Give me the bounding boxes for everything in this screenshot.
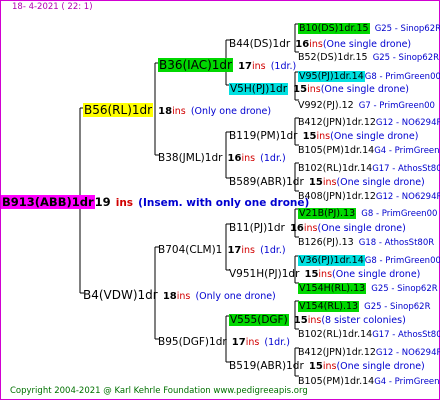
g2-note: (1dr.) xyxy=(260,153,286,164)
g1-queen-1[interactable]: B56(RL)1dr 18ins (Only one drone) xyxy=(83,101,271,117)
g4-queen-4[interactable]: V992(PJ).12 G7 - PrimGreen00 xyxy=(298,95,435,111)
g4-queen-1[interactable]: B10(DS)1dr.15 G25 - Sinop62R xyxy=(298,18,440,34)
g4-ref: G12 - NO6294R xyxy=(375,192,440,202)
g4-queen-14[interactable]: B102(RL)1dr.14G17 - AthosSt80R xyxy=(298,324,440,340)
g4-queen-12[interactable]: V154H(RL).13 G25 - Sinop62R xyxy=(298,278,438,294)
g4-name[interactable]: B412(JPN)1dr.12 xyxy=(298,117,376,128)
g4-name[interactable]: V95(PJ)1dr.14 xyxy=(298,71,365,82)
g2-gen: 17 xyxy=(227,245,242,256)
g4-ref: G4 - PrimGreen00 xyxy=(374,377,440,387)
g4-name[interactable]: B102(RL)1dr.14 xyxy=(298,163,372,174)
g1-name[interactable]: B56(RL)1dr xyxy=(83,103,154,117)
g1-queen-2[interactable]: B4(VDW)1dr 18ins (Only one drone) xyxy=(83,286,276,302)
root-queen[interactable]: B913(ABB)1dr19 ins (Insem. with only one… xyxy=(1,193,309,209)
g3-name[interactable]: V5H(PJ)1dr xyxy=(229,83,289,95)
g3-name[interactable]: B119(PM)1dr xyxy=(229,130,298,142)
g4-ref: G17 - AthosSt80R xyxy=(372,164,440,174)
g3-name[interactable]: V951H(PJ)1dr xyxy=(229,268,299,280)
g2-note: (1dr.) xyxy=(264,337,290,348)
g4-queen-3[interactable]: V95(PJ)1dr.14G8 - PrimGreen00 xyxy=(298,66,440,82)
g1-ins: ins xyxy=(176,291,191,302)
g4-name[interactable]: V154H(RL).13 xyxy=(298,283,367,294)
g4-name[interactable]: B105(PM)1dr.14 xyxy=(298,145,374,156)
g2-gen: 16 xyxy=(227,153,242,164)
g2-ins: ins xyxy=(245,337,260,348)
g4-ref: G7 - PrimGreen00 xyxy=(358,101,435,111)
root-gen: 19 xyxy=(94,195,111,209)
g3-note: (One single drone) xyxy=(320,84,410,95)
g1-ins: ins xyxy=(172,106,186,117)
g2-ins: ins xyxy=(251,61,266,72)
g3-name[interactable]: B589(ABR)1dr xyxy=(229,176,304,188)
g1-gen: 18 xyxy=(158,106,173,117)
g1-note: (Only one drone) xyxy=(190,106,272,117)
g4-name[interactable]: B408(JPN)1dr.12 xyxy=(298,191,376,202)
g4-queen-16[interactable]: B105(PM)1dr.14G4 - PrimGreen00 xyxy=(298,371,440,387)
header-date: 18- 4-2021 ( 22: 1) xyxy=(12,2,93,12)
g2-queen-1[interactable]: B36(IAC)1dr 17ins (1dr.) xyxy=(158,56,296,72)
g1-gen: 18 xyxy=(162,291,177,302)
g4-name[interactable]: B105(PM)1dr.14 xyxy=(298,376,374,387)
g4-queen-9[interactable]: V21B(PJ).13 G8 - PrimGreen00 xyxy=(298,203,437,219)
g4-queen-6[interactable]: B105(PM)1dr.14G4 - PrimGreen00 xyxy=(298,140,440,156)
g2-queen-2[interactable]: B38(JML)1dr 16ins (1dr.) xyxy=(158,148,286,164)
g4-ref: G8 - PrimGreen00 xyxy=(361,209,438,219)
g2-note: (1dr.) xyxy=(260,245,286,256)
g4-queen-7[interactable]: B102(RL)1dr.14G17 - AthosSt80R xyxy=(298,158,440,174)
g4-queen-2[interactable]: B52(DS)1dr.15 G25 - Sinop62R xyxy=(298,47,439,63)
g3-name[interactable]: B44(DS)1dr xyxy=(229,38,290,50)
g3-queen-8[interactable]: B519(ABR)1dr 15ins(One single drone) xyxy=(229,356,425,372)
g2-queen-3[interactable]: B704(CLM)1 17ins (1dr.) xyxy=(158,240,286,256)
g4-name[interactable]: B52(DS)1dr.15 xyxy=(298,52,368,63)
g4-name[interactable]: B412(JPN)1dr.12 xyxy=(298,347,376,358)
g4-ref: G25 - Sinop62R xyxy=(374,24,440,34)
g3-name[interactable]: B11(PJ)1dr xyxy=(229,222,285,234)
g4-name[interactable]: V36(PJ)1dr.14 xyxy=(298,255,365,266)
footer-copyright: Copyright 2004-2021 @ Karl Kehrle Founda… xyxy=(10,386,308,396)
g2-name[interactable]: B38(JML)1dr xyxy=(158,152,222,164)
root-ins: ins xyxy=(115,197,134,209)
g4-name[interactable]: B102(RL)1dr.14 xyxy=(298,329,372,340)
g2-name[interactable]: B95(DGF)1dr xyxy=(158,336,227,348)
g3-name[interactable]: V555(DGF) xyxy=(229,314,289,326)
g1-note: (Only one drone) xyxy=(195,291,276,302)
g2-note: (1dr.) xyxy=(270,61,297,72)
g4-queen-5[interactable]: B412(JPN)1dr.12G12 - NO6294R xyxy=(298,112,440,128)
g4-queen-8[interactable]: B408(JPN)1dr.12G12 - NO6294R xyxy=(298,186,440,202)
g4-ref: G4 - PrimGreen00 xyxy=(374,146,440,156)
g3-name[interactable]: B519(ABR)1dr xyxy=(229,360,304,372)
g2-gen: 17 xyxy=(231,337,246,348)
g4-name[interactable]: V992(PJ).12 xyxy=(298,100,354,111)
g4-name[interactable]: V154(RL).13 xyxy=(298,301,360,312)
g3-ins: ins xyxy=(307,84,321,95)
g4-name[interactable]: B10(DS)1dr.15 xyxy=(298,23,370,34)
g3-gen: 15 xyxy=(293,84,308,95)
g2-ins: ins xyxy=(241,153,256,164)
g4-ref: G17 - AthosSt80R xyxy=(372,330,440,340)
g4-ref: G8 - PrimGreen00 xyxy=(364,256,440,266)
g2-gen: 17 xyxy=(238,61,252,72)
g4-ref: G8 - PrimGreen00 xyxy=(364,72,440,82)
g1-name[interactable]: B4(VDW)1dr xyxy=(83,288,158,302)
g4-queen-10[interactable]: B126(PJ).13 G18 - AthosSt80R xyxy=(298,232,434,248)
g4-ref: G25 - Sinop62R xyxy=(364,302,431,312)
g2-name[interactable]: B704(CLM)1 xyxy=(158,244,222,256)
g2-name[interactable]: B36(IAC)1dr xyxy=(158,58,233,72)
g4-queen-15[interactable]: B412(JPN)1dr.12G12 - NO6294R xyxy=(298,342,440,358)
g4-ref: G25 - Sinop62R xyxy=(372,53,440,63)
g4-queen-11[interactable]: V36(PJ)1dr.14G8 - PrimGreen00 xyxy=(298,250,440,266)
g2-queen-4[interactable]: B95(DGF)1dr 17ins (1dr.) xyxy=(158,332,290,348)
g4-ref: G25 - Sinop62R xyxy=(371,284,438,294)
root-note: (Insem. with only one drone) xyxy=(138,197,310,209)
g2-ins: ins xyxy=(241,245,255,256)
g4-queen-13[interactable]: V154(RL).13 G25 - Sinop62R xyxy=(298,296,430,312)
g4-ref: G12 - NO6294R xyxy=(375,348,440,358)
g4-name[interactable]: B126(PJ).13 xyxy=(298,237,354,248)
root-name[interactable]: B913(ABB)1dr xyxy=(1,195,95,209)
g4-ref: G18 - AthosSt80R xyxy=(358,238,435,248)
g4-name[interactable]: V21B(PJ).13 xyxy=(298,208,357,219)
g4-ref: G12 - NO6294R xyxy=(375,118,440,128)
